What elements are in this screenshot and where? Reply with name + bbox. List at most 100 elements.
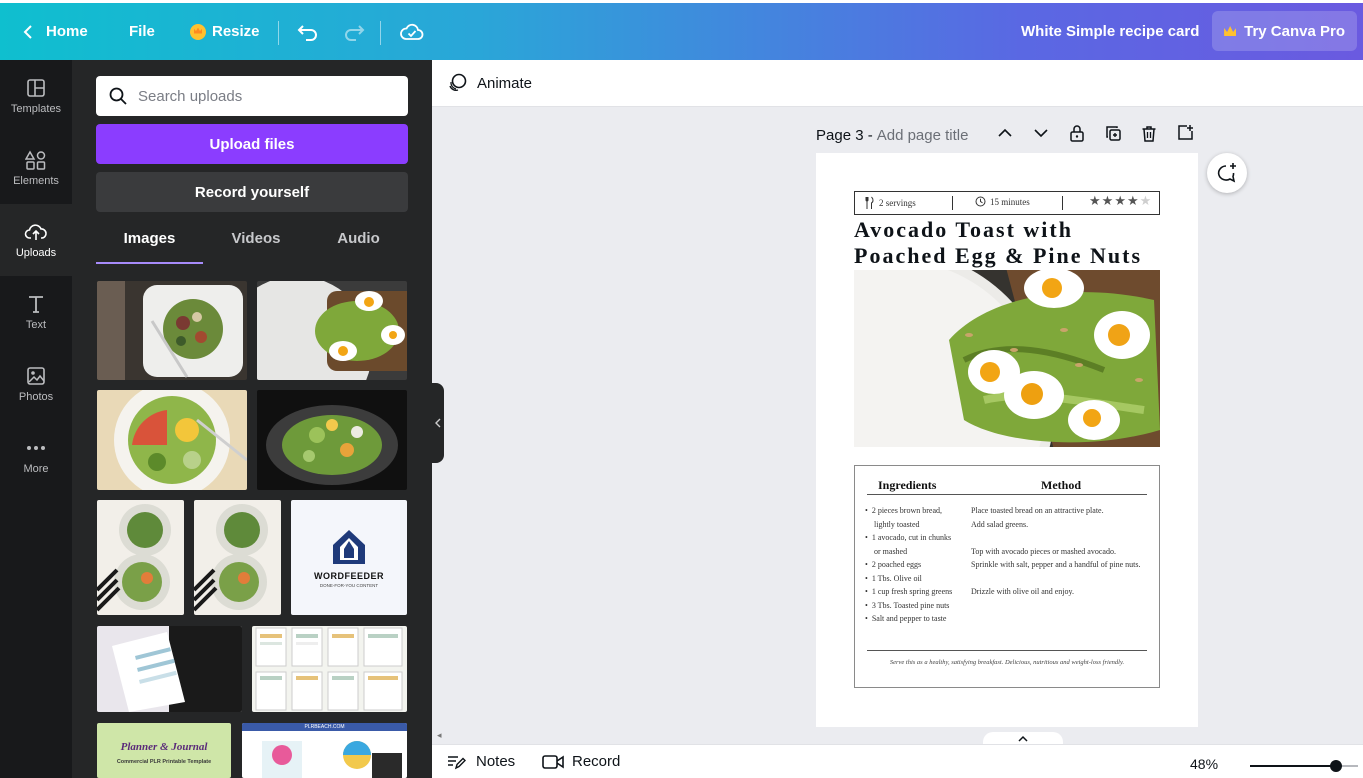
add-comment-button[interactable] (1207, 153, 1247, 193)
salad-bowls-image (97, 504, 171, 612)
page-title-input[interactable]: Add page title (877, 127, 969, 144)
elements-icon (25, 149, 46, 170)
document-title[interactable]: White Simple recipe card (1021, 3, 1199, 60)
ingredient-text: 1 Tbs. Olive oil (871, 573, 922, 583)
upload-thumbnail[interactable]: WORDFEEDER DONE-FOR-YOU CONTENT (291, 500, 407, 615)
info-divider (952, 196, 953, 210)
rail-item-more[interactable]: More (0, 420, 72, 492)
collapse-panel-button[interactable] (432, 383, 444, 463)
ingredient-item: 1 cup fresh spring greens (865, 585, 965, 599)
ingredient-item: 1 avocado, cut in chunks or mashed (865, 531, 965, 558)
upload-thumbnail[interactable]: Planner & Journal Commercial PLR Printab… (97, 723, 231, 778)
rail-item-label: Templates (10, 102, 62, 115)
add-page-button[interactable] (1177, 124, 1194, 146)
method-step: Drizzle with olive oil and enjoy. (971, 585, 1156, 599)
rail-item-elements[interactable]: Elements (0, 132, 72, 204)
search-icon (109, 87, 127, 105)
lock-page-button[interactable] (1069, 124, 1085, 147)
move-page-up-button[interactable] (997, 125, 1013, 146)
uploads-panel: Upload files Record yourself Images Vide… (72, 60, 432, 778)
rail-item-label: Uploads (15, 246, 57, 259)
time-cell: 15 minutes (975, 196, 1030, 207)
ingredient-item: 3 Tbs. Toasted pine nuts (865, 599, 965, 613)
ingredient-text: Salt and pepper to taste (871, 614, 947, 623)
tab-audio[interactable]: Audio (309, 230, 408, 264)
chevron-up-icon (998, 128, 1012, 137)
zoom-slider[interactable] (1250, 760, 1358, 772)
tab-images[interactable]: Images (96, 230, 203, 264)
upload-files-button[interactable]: Upload files (96, 124, 408, 164)
rail-item-label: Text (25, 318, 47, 331)
redo-button[interactable] (343, 3, 365, 60)
rail-item-templates[interactable]: Templates (0, 60, 72, 132)
duplicate-page-button[interactable] (1105, 125, 1122, 147)
redo-icon (345, 24, 365, 41)
method-text: Top with avocado pieces or mashed avocad… (971, 546, 1116, 556)
upload-thumbnail[interactable] (194, 500, 281, 615)
text-icon (29, 295, 43, 313)
method-text: Drizzle with olive oil and enjoy. (971, 587, 1075, 596)
animate-button[interactable]: Animate (446, 72, 532, 94)
upload-thumbnail[interactable] (97, 281, 247, 380)
recipe-title[interactable]: Avocado Toast with Poached Egg & Pine Nu… (854, 217, 1164, 269)
servings-cell: 2 servings (865, 196, 916, 210)
recipe-title-line: Poached Egg & Pine Nuts (854, 243, 1142, 268)
tab-videos[interactable]: Videos (203, 230, 309, 264)
ingredient-text: 1 avocado, cut in chunks (871, 533, 952, 542)
save-status-button[interactable] (400, 3, 424, 60)
ingredient-item: 2 pieces brown bread, lightly toasted (865, 504, 965, 531)
recipe-footer-note: Serve this as a healthy, satisfying brea… (889, 659, 1125, 666)
recipe-details-box[interactable]: Ingredients Method 2 pieces brown bread,… (854, 465, 1160, 688)
zoom-slider-handle[interactable] (1330, 760, 1343, 772)
templates-icon (27, 78, 45, 97)
rail-item-photos[interactable]: Photos (0, 348, 72, 420)
try-pro-label: Try Canva Pro (1244, 22, 1345, 40)
upload-thumbnail[interactable] (97, 500, 184, 615)
rail-item-label: More (23, 462, 49, 475)
home-label: Home (46, 23, 88, 40)
ingredients-list: 2 pieces brown bread, lightly toasted 1 a… (865, 504, 965, 626)
record-button[interactable]: Record (542, 753, 620, 770)
upload-thumbnail[interactable]: PLRBEACH.COM (242, 723, 407, 778)
notes-icon (448, 755, 466, 769)
cloud-check-icon (400, 23, 424, 40)
search-input[interactable] (138, 87, 398, 105)
scroll-left-arrow-icon[interactable]: ◂ (437, 730, 442, 741)
wordfeeder-tagline-text: DONE-FOR-YOU CONTENT (319, 583, 379, 588)
crown-icon (1224, 26, 1237, 36)
record-yourself-button[interactable]: Record yourself (96, 172, 408, 212)
top-bar: Home File Resize White Simple recipe car… (0, 0, 1363, 60)
upload-thumbnail[interactable] (257, 390, 407, 490)
undo-button[interactable] (297, 3, 319, 60)
resize-button[interactable]: Resize (190, 3, 260, 60)
resize-label: Resize (212, 23, 260, 40)
move-page-down-button[interactable] (1033, 125, 1049, 146)
zoom-level-button[interactable]: 48% (1190, 756, 1218, 772)
star-filled-icon: ★ (1089, 193, 1102, 208)
upload-thumbnail[interactable] (97, 626, 242, 712)
recipe-title-line: Avocado Toast with (854, 217, 1073, 242)
info-divider (1062, 196, 1063, 210)
upload-thumbnail[interactable] (257, 281, 407, 380)
record-label: Record (572, 753, 621, 770)
delete-page-button[interactable] (1141, 125, 1157, 147)
upload-thumbnail[interactable] (97, 390, 247, 490)
rail-item-text[interactable]: Text (0, 276, 72, 348)
tab-label: Audio (337, 230, 380, 247)
rail-item-label: Photos (18, 390, 54, 403)
plr-site-header: PLRBEACH.COM (242, 723, 407, 731)
chevron-down-icon (1034, 129, 1048, 138)
upload-thumbnail[interactable] (252, 626, 407, 712)
home-button[interactable]: Home (22, 3, 88, 60)
try-canva-pro-button[interactable]: Try Canva Pro (1212, 11, 1357, 51)
recipe-info-bar[interactable]: 2 servings 15 minutes ★ ★ ★ ★ ★ (854, 191, 1160, 215)
rail-item-uploads[interactable]: Uploads (0, 204, 72, 276)
design-page[interactable]: 2 servings 15 minutes ★ ★ ★ ★ ★ Avocado Toas… (816, 153, 1198, 727)
file-menu-button[interactable]: File (129, 3, 155, 60)
ingredient-item: 1 Tbs. Olive oil (865, 572, 965, 586)
clock-icon (975, 196, 986, 207)
chevron-left-icon (435, 418, 441, 428)
comment-add-icon (1217, 163, 1236, 183)
recipe-photo[interactable] (854, 270, 1160, 447)
notes-button[interactable]: Notes (446, 753, 515, 770)
